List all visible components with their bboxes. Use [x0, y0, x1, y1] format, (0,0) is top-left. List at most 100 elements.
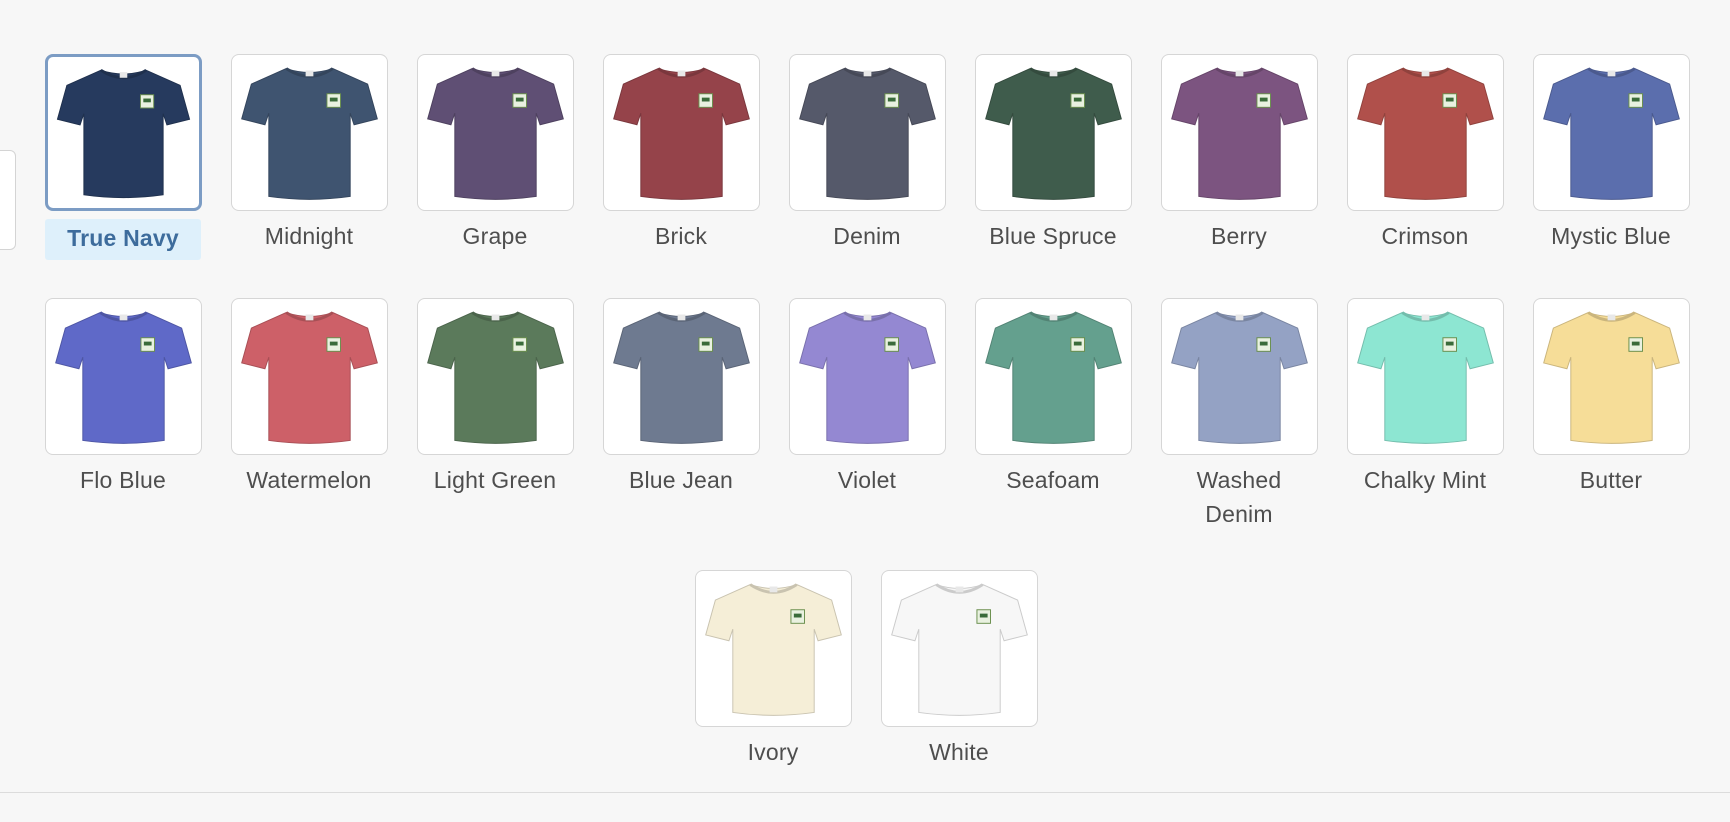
shirt-thumbnail[interactable] — [1533, 54, 1690, 211]
shirt-thumbnail[interactable] — [975, 298, 1132, 455]
logo-mark — [515, 97, 524, 102]
color-swatch[interactable]: White — [876, 570, 1042, 769]
shirt-thumbnail[interactable] — [1161, 298, 1318, 455]
color-swatch[interactable]: Violet — [784, 298, 950, 497]
color-swatch[interactable]: Denim — [784, 54, 950, 253]
tshirt-icon — [891, 583, 1028, 716]
shirt-thumbnail[interactable] — [231, 54, 388, 211]
logo-mark — [793, 613, 802, 618]
shirt-thumbnail[interactable] — [1161, 54, 1318, 211]
logo-mark — [1259, 341, 1268, 346]
neck-tag — [955, 586, 964, 593]
neck-tag — [305, 314, 314, 321]
logo-mark — [1631, 341, 1640, 346]
shirt-body — [705, 584, 842, 716]
swatch-row-1: True Navy Midnight Grape Brick Denim Blu… — [0, 54, 1730, 264]
color-label: Washed Denim — [1196, 467, 1282, 527]
shirt-thumbnail[interactable] — [789, 54, 946, 211]
tshirt-icon — [56, 69, 191, 199]
shirt-thumbnail[interactable] — [975, 54, 1132, 211]
color-swatch[interactable]: Blue Spruce — [970, 54, 1136, 253]
shirt-body — [985, 312, 1122, 444]
neck-tag — [119, 314, 128, 321]
color-label: Denim — [833, 223, 901, 249]
neck-tag — [863, 314, 872, 321]
tshirt-icon — [985, 67, 1122, 200]
neck-tag — [1607, 314, 1616, 321]
color-swatch[interactable]: Flo Blue — [40, 298, 206, 497]
shirt-thumbnail[interactable] — [1347, 54, 1504, 211]
shirt-thumbnail[interactable] — [1347, 298, 1504, 455]
neck-tag — [491, 314, 500, 321]
shirt-body — [1357, 68, 1494, 200]
tshirt-icon — [1357, 67, 1494, 200]
color-label: Crimson — [1381, 223, 1469, 249]
shirt-thumbnail[interactable] — [45, 54, 202, 211]
shirt-thumbnail[interactable] — [881, 570, 1038, 727]
color-swatch[interactable]: Midnight — [226, 54, 392, 253]
neck-tag — [1235, 314, 1244, 321]
color-swatch[interactable]: Washed Denim — [1156, 298, 1322, 531]
color-swatch[interactable]: Berry — [1156, 54, 1322, 253]
shirt-thumbnail[interactable] — [45, 298, 202, 455]
shirt-thumbnail[interactable] — [789, 298, 946, 455]
tshirt-icon — [705, 583, 842, 716]
color-label: True Navy — [45, 219, 201, 260]
shirt-body — [985, 68, 1122, 200]
neck-tag — [769, 586, 778, 593]
shirt-thumbnail[interactable] — [1533, 298, 1690, 455]
logo-mark — [701, 341, 710, 346]
tshirt-icon — [1171, 67, 1308, 200]
color-swatch[interactable]: True Navy — [40, 54, 206, 260]
color-label: Flo Blue — [80, 467, 166, 493]
color-swatch[interactable]: Blue Jean — [598, 298, 764, 497]
tshirt-icon — [241, 67, 378, 200]
shirt-body — [799, 68, 936, 200]
color-label: Watermelon — [246, 467, 372, 493]
logo-mark — [979, 613, 988, 618]
logo-mark — [1445, 97, 1454, 102]
color-swatch[interactable]: Ivory — [690, 570, 856, 769]
shirt-thumbnail[interactable] — [417, 54, 574, 211]
shirt-thumbnail[interactable] — [417, 298, 574, 455]
color-swatch[interactable]: Butter — [1528, 298, 1694, 497]
color-swatch[interactable]: Brick — [598, 54, 764, 253]
shirt-thumbnail[interactable] — [603, 298, 760, 455]
neck-tag — [119, 72, 128, 78]
shirt-thumbnail[interactable] — [603, 54, 760, 211]
color-label: Grape — [462, 223, 528, 249]
logo-mark — [515, 341, 524, 346]
color-swatch[interactable]: Mystic Blue — [1528, 54, 1694, 253]
color-swatch[interactable]: Grape — [412, 54, 578, 253]
color-label: Butter — [1579, 467, 1643, 493]
neck-tag — [305, 70, 314, 77]
color-label: Mystic Blue — [1551, 223, 1671, 249]
shirt-body — [613, 312, 750, 444]
color-swatch[interactable]: Light Green — [412, 298, 578, 497]
logo-mark — [701, 97, 710, 102]
neck-tag — [1421, 70, 1430, 77]
color-swatch[interactable]: Crimson — [1342, 54, 1508, 253]
neck-tag — [1049, 314, 1058, 321]
logo-mark — [1259, 97, 1268, 102]
color-swatch[interactable]: Seafoam — [970, 298, 1136, 497]
shirt-thumbnail[interactable] — [231, 298, 388, 455]
logo-mark — [143, 341, 152, 346]
neck-tag — [863, 70, 872, 77]
tshirt-icon — [613, 311, 750, 444]
color-swatch[interactable]: Watermelon — [226, 298, 392, 497]
shirt-thumbnail[interactable] — [695, 570, 852, 727]
color-label: Blue Spruce — [989, 223, 1117, 249]
logo-mark — [1631, 97, 1640, 102]
neck-tag — [491, 70, 500, 77]
tshirt-icon — [799, 67, 936, 200]
color-swatch[interactable]: Chalky Mint — [1342, 298, 1508, 497]
tshirt-icon — [241, 311, 378, 444]
shirt-body — [799, 312, 936, 444]
shirt-body — [1171, 312, 1308, 444]
logo-mark — [1073, 97, 1082, 102]
tshirt-icon — [427, 311, 564, 444]
color-label: Midnight — [264, 223, 354, 249]
shirt-body — [1357, 312, 1494, 444]
color-label: Seafoam — [1006, 467, 1100, 493]
